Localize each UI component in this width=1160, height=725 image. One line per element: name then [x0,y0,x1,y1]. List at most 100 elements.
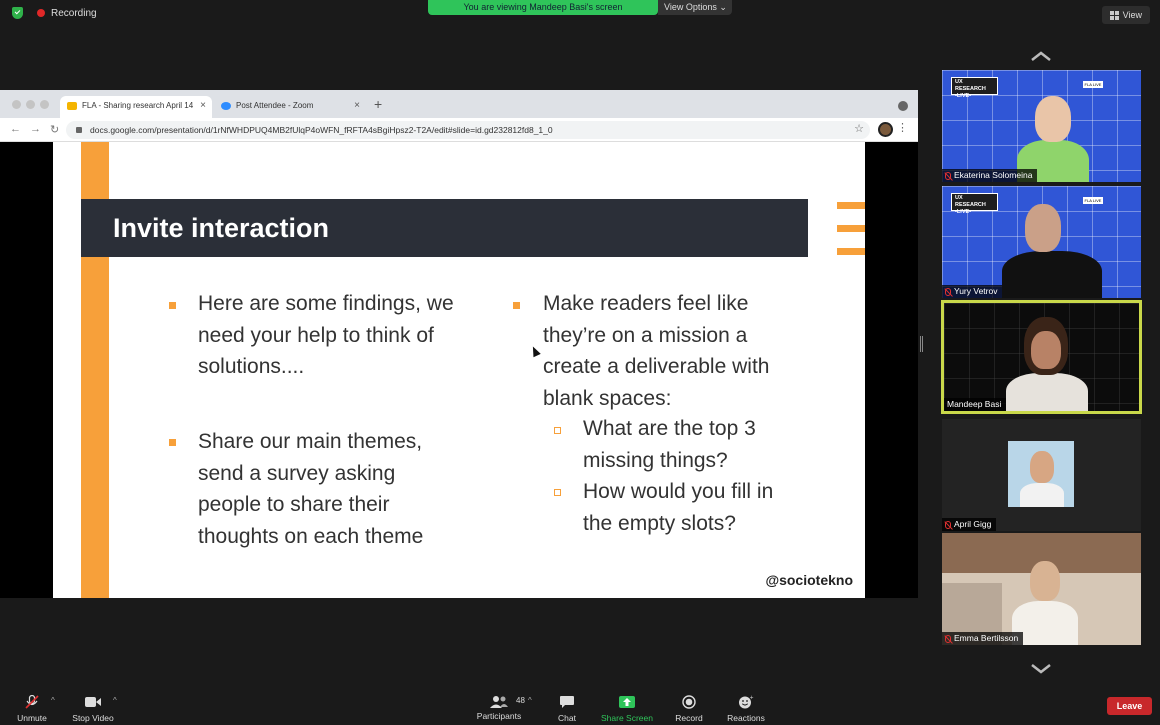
bullet-line: Share our main themes, [198,430,423,453]
participant-count: 48 [516,696,525,705]
bullet-line: thoughts on each theme [198,524,424,548]
panel-resize-handle[interactable] [920,336,923,352]
participant-video [1025,204,1061,252]
record-label: Record [675,713,703,723]
grid-view-icon [1109,10,1119,20]
slide-decoration [837,202,865,209]
muted-mic-icon [945,520,951,529]
forward-arrow-icon[interactable]: → [30,123,41,135]
recording-label: Recording [51,7,97,19]
browser-menu-icon[interactable]: ⋮ [897,121,908,134]
bullet-line: What are the top 3 [583,417,756,440]
muted-microphone-icon [25,694,39,709]
chevron-up-icon[interactable] [1030,50,1052,62]
reload-icon[interactable]: ↻ [50,123,59,136]
view-button-label: View [1122,10,1142,20]
new-tab-icon[interactable]: + [374,96,382,112]
chat-label: Chat [558,713,576,723]
browser-address-bar: ← → ↻ docs.google.com/presentation/d/1rN… [0,118,918,142]
profile-avatar[interactable] [878,122,893,137]
participants-icon-group: 48 [479,695,525,709]
participant-video [1031,331,1061,369]
participant-tile[interactable]: April Gigg [942,419,1141,531]
bullet-icon [513,302,520,309]
window-close-button[interactable] [12,100,21,109]
browser-tab-slides[interactable]: FLA - Sharing research April 14 × [60,96,212,118]
share-screen-button[interactable]: Share Screen [598,695,656,723]
right-bullet: Make readers feel like they’re on a miss… [543,288,823,414]
svg-text:+: + [750,695,754,701]
google-slides-icon [67,102,77,110]
bullet-icon [169,439,176,446]
participant-tile[interactable]: Emma Bertilsson [942,533,1141,645]
bullet-line: missing things? [583,448,728,472]
participant-name: Ekaterina Solomeina [954,170,1033,180]
ux-research-live-logo: UX RESEARCH •LIVE• [951,77,998,99]
participants-button[interactable]: 48 Participants [472,695,526,721]
reactions-button[interactable]: + Reactions [725,695,767,723]
participants-label: Participants [476,711,522,721]
viewing-screen-banner: You are viewing Mandeep Basi's screen [428,0,658,15]
tab-search-icon[interactable] [898,101,908,111]
recording-indicator[interactable]: Recording [12,7,97,19]
record-button[interactable]: Record [672,695,706,723]
recording-dot-icon [37,9,45,17]
slide-title: Invite interaction [113,213,330,243]
bullet-line: blank spaces: [543,386,672,410]
back-arrow-icon[interactable]: ← [10,123,21,135]
muted-mic-icon [945,634,951,643]
participant-name-label: April Gigg [942,518,997,531]
browser-tab-zoom[interactable]: Post Attendee - Zoom × [214,96,366,118]
lock-icon [76,127,82,133]
video-options-caret-icon[interactable]: ^ [113,696,117,705]
url-field[interactable]: docs.google.com/presentation/d/1rNfWHDPU… [66,121,870,139]
sub-bullet-2: How would you fill in the empty slots? [583,476,823,539]
bullet-line: need your help to think of [198,323,434,347]
participant-video [1035,96,1071,142]
bookmark-star-icon[interactable]: ☆ [854,122,864,135]
participant-avatar-photo [1008,441,1074,507]
bullet-line: they’re on a mission a [543,323,748,347]
ux-research-live-logo: UX RESEARCH •LIVE• [951,193,998,215]
tab-title: FLA - Sharing research April 14 [82,101,194,110]
participant-name: April Gigg [954,519,992,529]
browser-tab-bar: FLA - Sharing research April 14 × Post A… [0,90,918,118]
left-bullet-2: Share our main themes, send a survey ask… [198,426,498,552]
stop-video-label: Stop Video [72,713,114,723]
muted-mic-icon [945,287,951,296]
window-zoom-button[interactable] [40,100,49,109]
unmute-button[interactable]: Unmute [14,694,50,723]
chat-button[interactable]: Chat [553,695,581,723]
reactions-label: Reactions [727,713,765,723]
sub-bullet-icon [554,427,561,434]
view-options-button[interactable]: View Options ⌄ [658,0,732,15]
participant-tile[interactable]: UX RESEARCH •LIVE• FLA LIVE Yury Vetrov [942,186,1141,298]
shared-screen: FLA - Sharing research April 14 × Post A… [0,90,918,598]
tab-title: Post Attendee - Zoom [236,101,314,110]
participant-name: Emma Bertilsson [954,633,1019,643]
participant-tile-active-speaker[interactable]: Mandeep Basi [941,300,1142,414]
leave-meeting-button[interactable]: Leave [1107,697,1152,715]
participant-tile[interactable]: UX RESEARCH •LIVE• FLA LIVE Ekaterina Sol… [942,70,1141,182]
close-tab-icon[interactable]: × [354,96,360,116]
muted-mic-icon [945,171,951,180]
security-shield-icon[interactable] [12,7,23,19]
window-minimize-button[interactable] [26,100,35,109]
audio-options-caret-icon[interactable]: ^ [51,696,55,705]
sub-bullet-icon [554,489,561,496]
zoom-icon [221,102,231,110]
participant-name-label: Mandeep Basi [944,398,1007,411]
view-layout-button[interactable]: View [1101,6,1150,24]
record-icon [682,695,696,709]
chevron-down-icon: ⌄ [719,2,727,12]
bullet-line: send a survey asking [198,461,396,485]
participants-caret-icon[interactable]: ^ [528,696,532,705]
chevron-down-icon[interactable] [1030,663,1052,675]
stop-video-button[interactable]: Stop Video [68,695,118,723]
video-camera-icon [85,697,101,707]
presentation-slide: Invite interaction Here are some finding… [53,142,865,598]
close-tab-icon[interactable]: × [200,96,206,116]
participant-name: Yury Vetrov [954,286,998,296]
fla-live-badge: FLA LIVE [1083,81,1103,88]
participant-video [1020,483,1064,507]
